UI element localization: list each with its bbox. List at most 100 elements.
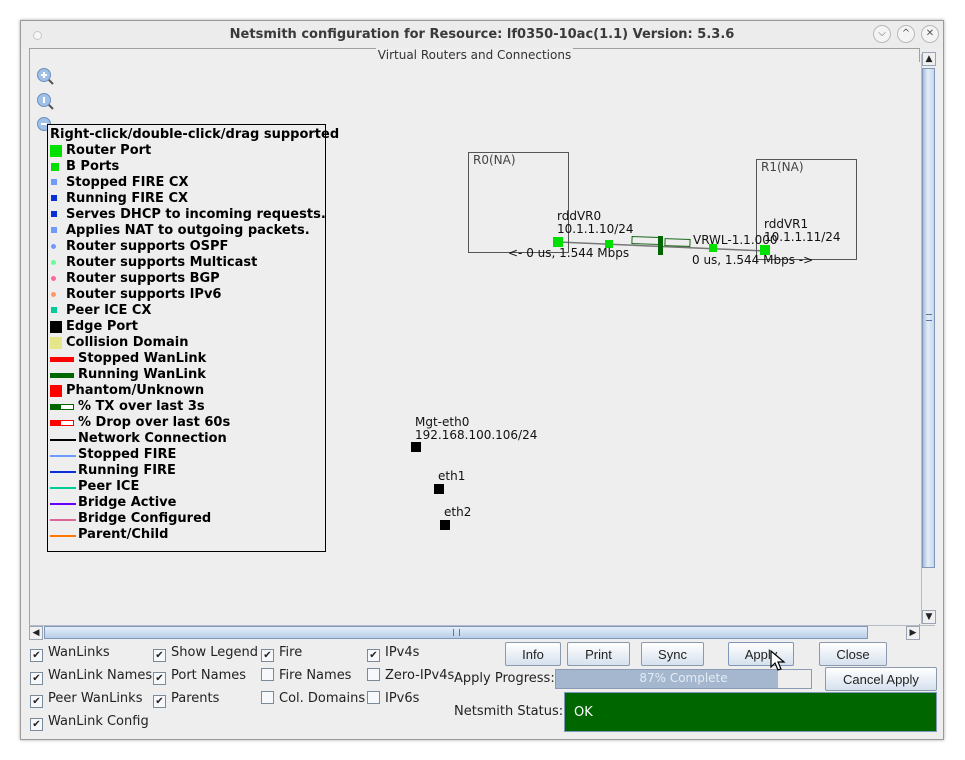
edge-port-eth2[interactable]: [440, 520, 450, 530]
checkbox-label: Show Legend: [171, 645, 258, 660]
router-name: R1(NA): [761, 160, 804, 174]
checkbox-label: Parents: [171, 691, 220, 706]
legend-item-label: Router supports OSPF: [66, 239, 229, 254]
checkmark-icon[interactable]: ✔: [153, 695, 166, 708]
title-bar[interactable]: Netsmith configuration for Resource: lf0…: [21, 21, 943, 49]
legend-swatch-icon: [50, 439, 76, 441]
checkbox-label: IPv6s: [385, 691, 420, 706]
scroll-down-button[interactable]: ▼: [922, 610, 936, 624]
arrow-up-icon: ▲: [925, 54, 933, 64]
scroll-up-button[interactable]: ▲: [922, 52, 936, 66]
checkmark-icon[interactable]: ✔: [30, 649, 43, 662]
edge-port-eth1[interactable]: [434, 484, 444, 494]
checkbox-empty-icon[interactable]: [367, 691, 380, 704]
chevron-down-icon: ⌵: [878, 28, 886, 39]
checkbox-fire-names[interactable]: Fire Names: [261, 668, 351, 684]
legend-swatch-icon: [51, 163, 59, 171]
legend-swatch-icon: [50, 487, 76, 489]
netsmith-status-value: OK: [574, 705, 593, 720]
legend-swatch-icon: [50, 404, 74, 410]
checkbox-fire[interactable]: ✔ Fire: [261, 645, 302, 662]
cancel-apply-button[interactable]: Cancel Apply: [825, 667, 937, 691]
legend-item-label: Router supports BGP: [66, 271, 220, 286]
legend-swatch-icon: [51, 179, 57, 185]
legend-swatch-icon: [50, 420, 74, 426]
checkbox-label: Zero-IPv4s: [385, 668, 455, 683]
minimize-button[interactable]: ⌵: [873, 25, 891, 43]
apply-progress-label: Apply Progress:: [454, 671, 555, 686]
horizontal-scroll-thumb[interactable]: [44, 626, 868, 639]
close-window-button[interactable]: ✕: [921, 25, 939, 43]
zoom-in-icon[interactable]: [36, 67, 54, 85]
legend-item-label: Applies NAT to outgoing packets.: [66, 223, 310, 238]
close-button[interactable]: Close: [819, 642, 887, 666]
checkbox-label: IPv4s: [385, 645, 420, 660]
checkbox-empty-icon[interactable]: [261, 668, 274, 681]
checkmark-icon[interactable]: ✔: [367, 649, 380, 662]
scroll-left-button[interactable]: ◀: [29, 626, 43, 640]
checkbox-show-legend[interactable]: ✔ Show Legend: [153, 645, 258, 662]
grip-icon: [926, 314, 932, 321]
legend-item-label: Collision Domain: [66, 335, 189, 350]
edge-port-mgt-eth0[interactable]: [411, 442, 421, 452]
chevron-up-icon: ^: [901, 28, 911, 39]
checkmark-icon[interactable]: ✔: [153, 649, 166, 662]
legend-swatch-icon: [51, 195, 57, 201]
legend[interactable]: Right-click/double-click/drag supported …: [47, 124, 339, 552]
apply-progress-bar: 87% Complete: [555, 669, 812, 689]
checkmark-icon[interactable]: ✔: [261, 649, 274, 662]
edge-port-label-mgt-eth0: Mgt-eth0 192.168.100.106/24: [415, 416, 537, 442]
maximize-button[interactable]: ^: [897, 25, 915, 43]
legend-swatch-icon: [50, 455, 76, 457]
grip-icon: [453, 629, 460, 636]
legend-swatch-icon: [51, 244, 56, 249]
scroll-right-button[interactable]: ▶: [906, 626, 920, 640]
wanlink-name[interactable]: VRWL-1.1.000: [693, 234, 778, 247]
panel-title: Virtual Routers and Connections: [375, 48, 574, 62]
port-ip: 10.1.1.10/24: [557, 222, 634, 236]
sync-button[interactable]: Sync: [641, 642, 704, 666]
edge-port-label-eth1: eth1: [438, 469, 466, 483]
checkbox-wanlink-names[interactable]: ✔ WanLink Names: [30, 668, 152, 685]
netsmith-status-label: Netsmith Status:: [454, 704, 564, 719]
apply-progress-text: 87% Complete: [639, 671, 728, 685]
checkbox-peer-wanlinks[interactable]: ✔ Peer WanLinks: [30, 691, 142, 708]
legend-item-label: Peer ICE: [78, 479, 140, 494]
router-name: R0(NA): [473, 153, 516, 167]
checkbox-ipv6s[interactable]: IPv6s: [367, 691, 419, 707]
checkmark-icon[interactable]: ✔: [30, 695, 43, 708]
checkbox-label: Col. Domains: [279, 691, 366, 706]
checkbox-zero-ipv4s[interactable]: Zero-IPv4s: [367, 668, 454, 684]
checkmark-icon[interactable]: ✔: [30, 718, 43, 731]
print-button[interactable]: Print: [567, 642, 630, 666]
legend-item-label: Running WanLink: [78, 367, 206, 382]
legend-title: Right-click/double-click/drag supported: [50, 127, 340, 142]
checkbox-ipv4s[interactable]: ✔ IPv4s: [367, 645, 420, 662]
zoom-reset-icon[interactable]: [36, 92, 54, 110]
info-button[interactable]: Info: [505, 642, 561, 666]
netsmith-status-field: OK: [564, 692, 937, 732]
checkbox-empty-icon[interactable]: [367, 668, 380, 681]
vertical-scroll-thumb[interactable]: [922, 68, 935, 568]
checkbox-port-names[interactable]: ✔ Port Names: [153, 668, 246, 685]
legend-swatch-icon: [50, 535, 76, 537]
legend-swatch-icon: [51, 276, 56, 281]
legend-item-label: Stopped WanLink: [78, 351, 207, 366]
checkbox-wanlinks[interactable]: ✔ WanLinks: [30, 645, 110, 662]
mouse-pointer-icon: [770, 650, 786, 671]
legend-item-label: Running FIRE CX: [66, 191, 189, 206]
wanlink-left-stats: <- 0 us, 1.544 Mbps: [508, 246, 630, 260]
checkmark-icon[interactable]: ✔: [30, 672, 43, 685]
legend-item-label: % TX over last 3s: [78, 399, 205, 414]
legend-item-label: Stopped FIRE CX: [66, 175, 189, 190]
checkmark-icon[interactable]: ✔: [153, 672, 166, 685]
legend-item-label: Peer ICE CX: [66, 303, 152, 318]
legend-item-label: Edge Port: [66, 319, 138, 334]
checkbox-empty-icon[interactable]: [261, 691, 274, 704]
checkbox-wanlink-config[interactable]: ✔ WanLink Config: [30, 714, 149, 731]
checkbox-col-domains[interactable]: Col. Domains: [261, 691, 365, 707]
arrow-left-icon: ◀: [32, 628, 40, 638]
legend-item-label: Running FIRE: [78, 463, 176, 478]
legend-item-label: Phantom/Unknown: [66, 383, 205, 398]
checkbox-parents[interactable]: ✔ Parents: [153, 691, 220, 708]
